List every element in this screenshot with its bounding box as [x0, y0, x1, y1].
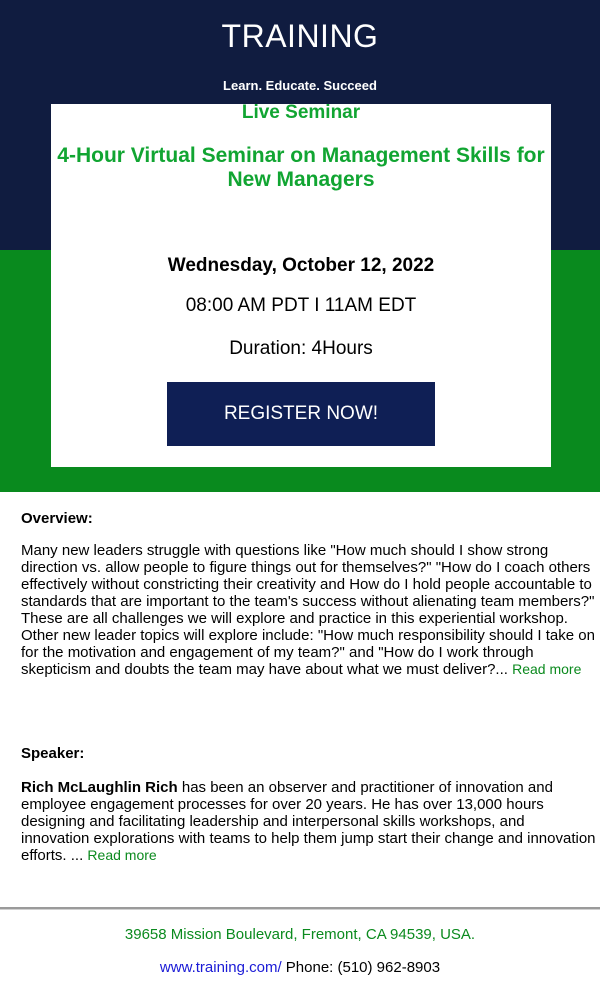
- brand-tagline: Learn. Educate. Succeed: [223, 78, 377, 93]
- footer-contact: www.training.com/ Phone: (510) 962-8903: [0, 959, 600, 976]
- brand-title: TRAINING: [221, 18, 379, 54]
- hero-banner: TRAINING Learn. Educate. Succeed Live Se…: [0, 0, 600, 492]
- footer-divider: [0, 907, 600, 910]
- phone-text: Phone: (510) 962-8903: [281, 959, 441, 976]
- seminar-date: Wednesday, October 12, 2022: [167, 255, 435, 276]
- speaker-heading: Speaker:: [21, 745, 85, 762]
- seminar-title: 4-Hour Virtual Seminar on Management Ski…: [57, 144, 545, 191]
- overview-text: Many new leaders struggle with questions…: [21, 542, 596, 678]
- footer-address: 39658 Mission Boulevard, Fremont, CA 945…: [124, 926, 476, 943]
- speaker-text: Rich McLaughlin Rich has been an observe…: [21, 779, 596, 864]
- speaker-read-more-link[interactable]: Read more: [87, 847, 156, 863]
- overview-read-more-link[interactable]: Read more: [512, 661, 581, 677]
- register-button[interactable]: REGISTER NOW!: [167, 382, 435, 446]
- seminar-time: 08:00 AM PDT I 11AM EDT: [185, 295, 417, 316]
- seminar-kicker: Live Seminar: [241, 102, 361, 123]
- website-link[interactable]: www.training.com/: [160, 959, 282, 976]
- seminar-duration: Duration: 4Hours: [229, 338, 373, 359]
- overview-heading: Overview:: [21, 510, 93, 527]
- seminar-card: Live Seminar 4-Hour Virtual Seminar on M…: [51, 102, 551, 467]
- speaker-name: Rich McLaughlin Rich: [21, 779, 178, 796]
- overview-body: Many new leaders struggle with questions…: [21, 542, 595, 678]
